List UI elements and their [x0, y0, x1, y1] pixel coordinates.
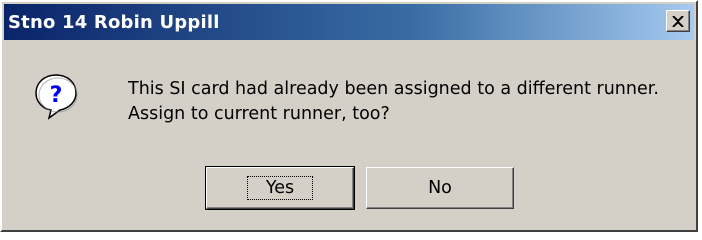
- close-button[interactable]: [666, 10, 690, 32]
- dialog-message: This SI card had already been assigned t…: [128, 77, 688, 127]
- no-button-label: No: [428, 178, 452, 198]
- yes-button-label: Yes: [246, 176, 314, 200]
- message-dialog: Stno 14 Robin Uppill ? This SI card had …: [0, 0, 698, 232]
- title-bar[interactable]: Stno 14 Robin Uppill: [4, 4, 694, 40]
- close-icon: [672, 15, 684, 27]
- no-button[interactable]: No: [366, 167, 514, 209]
- yes-button[interactable]: Yes: [205, 166, 355, 210]
- message-line-2: Assign to current runner, too?: [128, 104, 390, 124]
- question-mark-icon: ?: [35, 74, 78, 120]
- window-title: Stno 14 Robin Uppill: [8, 11, 220, 33]
- message-line-1: This SI card had already been assigned t…: [128, 79, 659, 99]
- svg-text:?: ?: [50, 83, 63, 108]
